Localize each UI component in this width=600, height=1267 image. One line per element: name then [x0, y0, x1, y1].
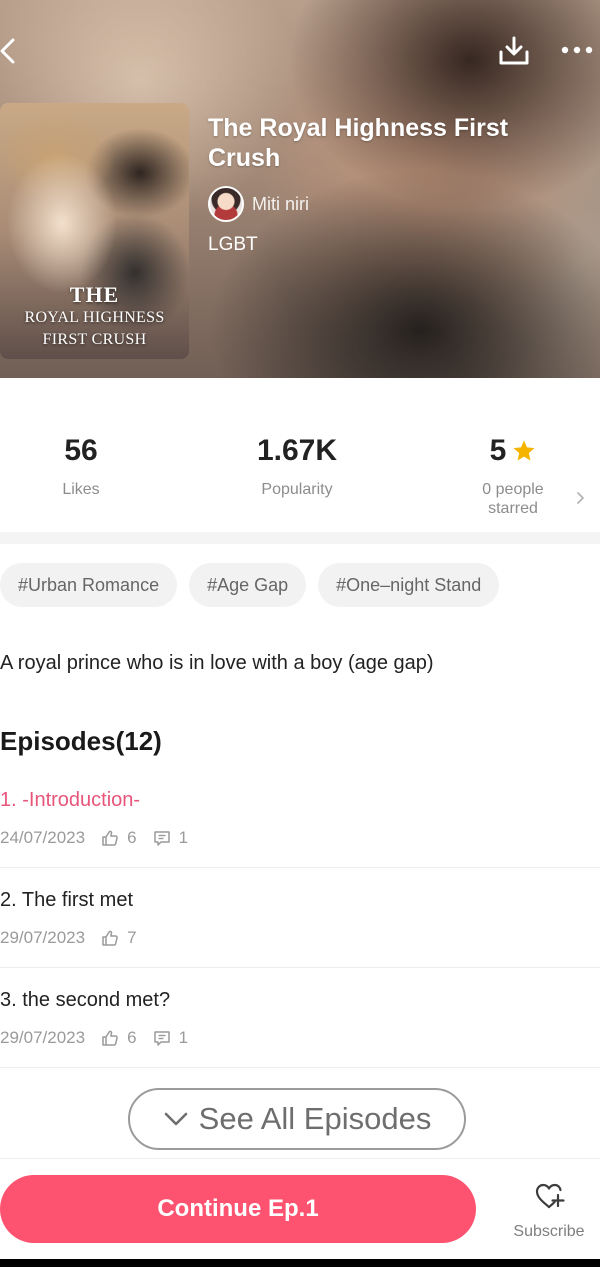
- popularity-label: Popularity: [261, 481, 333, 498]
- episodes-heading: Episodes(12): [0, 726, 162, 756]
- see-all-episodes-label: See All Episodes: [198, 1101, 432, 1136]
- tag-age-gap[interactable]: #Age Gap: [189, 563, 307, 607]
- episode-title: 2. The first met: [0, 889, 134, 911]
- subscribe-label: Subscribe: [513, 1223, 585, 1240]
- episode-row[interactable]: 1. -Introduction- 24/07/2023 6 1: [0, 768, 600, 868]
- episode-comments: 1: [153, 826, 188, 850]
- star-icon: [513, 440, 535, 461]
- episode-likes-count: 7: [127, 928, 137, 947]
- likes-stat: 56 Likes: [0, 434, 181, 499]
- chevron-down-icon: [164, 1112, 187, 1126]
- episode-likes-count: 6: [127, 828, 137, 847]
- bottom-action-bar: Continue Ep.1 Subscribe: [0, 1158, 600, 1259]
- see-all-episodes-button[interactable]: See All Episodes: [128, 1088, 466, 1150]
- thumbs-up-icon: [102, 930, 118, 946]
- episode-date: 29/07/2023: [0, 928, 86, 947]
- popularity-stat: 1.67K Popularity: [197, 434, 397, 499]
- rating-label: 0 people starred: [413, 480, 600, 518]
- subscribe-button[interactable]: Subscribe: [508, 1181, 590, 1243]
- episode-likes-count: 6: [127, 1028, 137, 1047]
- tag-one-night-stand[interactable]: #One–night Stand: [318, 563, 500, 607]
- chevron-right-icon[interactable]: [575, 490, 587, 506]
- author-name: Miti niri: [252, 193, 309, 214]
- episode-likes: 6: [101, 1026, 137, 1050]
- episode-meta: 29/07/2023 6 1: [0, 1026, 188, 1050]
- episode-row[interactable]: 3. the second met? 29/07/2023 6 1: [0, 968, 600, 1068]
- continue-reading-label: Continue Ep.1: [157, 1195, 319, 1222]
- episode-meta: 24/07/2023 6 1: [0, 826, 188, 850]
- likes-count: 56: [64, 434, 98, 467]
- back-button[interactable]: [0, 34, 28, 68]
- comment-icon: [153, 1031, 170, 1046]
- episode-date: 24/07/2023: [0, 828, 86, 847]
- comment-icon: [153, 831, 170, 846]
- cover-word-the: THE: [69, 282, 120, 307]
- download-icon: [499, 36, 529, 65]
- heart-plus-icon: [535, 1183, 565, 1209]
- section-divider: [0, 532, 600, 544]
- episode-date: 29/07/2023: [0, 1028, 86, 1047]
- thumbs-up-icon: [102, 1030, 118, 1046]
- chevron-left-icon: [0, 38, 15, 64]
- episode-comments-count: 1: [178, 828, 189, 847]
- rating-value-row: 5: [490, 434, 537, 468]
- episode-row[interactable]: 2. The first met 29/07/2023 7: [0, 868, 600, 968]
- episode-likes: 6: [101, 826, 137, 850]
- popularity-count: 1.67K: [256, 434, 338, 467]
- book-title: The Royal Highness First Crush: [208, 114, 509, 172]
- cover-title-text: THE ROYAL HIGHNESS FIRST CRUSH: [0, 283, 189, 351]
- episode-comments-count: 1: [178, 1028, 189, 1047]
- episode-likes: 7: [101, 926, 137, 950]
- thumbs-up-icon: [102, 830, 118, 846]
- episode-meta: 29/07/2023 7: [0, 926, 137, 950]
- synopsis-text: A royal prince who is in love with a boy…: [0, 652, 434, 674]
- book-cover: THE ROYAL HIGHNESS FIRST CRUSH: [0, 103, 189, 359]
- cover-line-royal-highness: ROYAL HIGHNESS: [24, 309, 165, 326]
- download-button[interactable]: [498, 36, 532, 66]
- episode-title: 3. the second met?: [0, 989, 171, 1011]
- more-dots-icon: [561, 46, 593, 54]
- author-avatar: [208, 186, 244, 222]
- author-link[interactable]: Miti niri: [208, 186, 309, 222]
- system-navigation-strip: [0, 1259, 600, 1267]
- cover-line-first-crush: FIRST CRUSH: [42, 331, 147, 348]
- likes-label: Likes: [62, 481, 100, 498]
- rating-label-line2: starred: [488, 500, 538, 517]
- tag-urban-romance[interactable]: #Urban Romance: [0, 563, 178, 607]
- hero-banner: THE ROYAL HIGHNESS FIRST CRUSH The Royal…: [0, 0, 600, 378]
- tag-list: #Urban Romance #Age Gap #One–night Stand: [0, 563, 500, 607]
- continue-reading-button[interactable]: Continue Ep.1: [0, 1175, 476, 1243]
- episode-comments: 1: [153, 1026, 188, 1050]
- episode-title: 1. -Introduction-: [0, 789, 141, 811]
- genre-label[interactable]: LGBT: [208, 234, 258, 256]
- rating-label-line1: 0 people: [482, 481, 544, 498]
- more-options-button[interactable]: [558, 36, 598, 64]
- stats-panel: 56 Likes 1.67K Popularity 5 0 people sta…: [0, 378, 600, 532]
- rating-stat[interactable]: 5 0 people starred: [413, 434, 600, 518]
- rating-value: 5: [489, 434, 507, 467]
